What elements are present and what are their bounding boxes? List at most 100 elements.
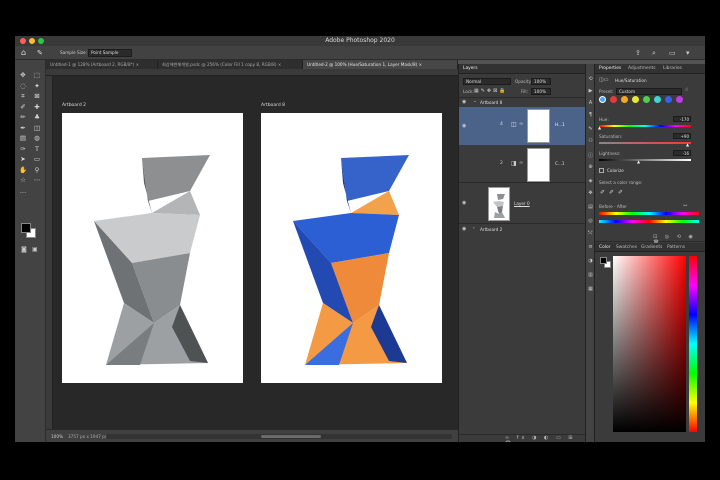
zoom-window-button[interactable] — [38, 38, 44, 44]
eraser-tool-icon[interactable]: ◫ — [32, 123, 42, 134]
tab-adjustments[interactable]: Adjustments — [624, 64, 660, 74]
share-icon[interactable]: ⇪ — [635, 46, 641, 60]
eyedropper-tool-icon[interactable]: ✎ — [37, 46, 43, 60]
magenta-preset-swatch[interactable] — [676, 96, 683, 103]
blur-tool-icon[interactable]: ◍ — [32, 133, 42, 144]
type-tool-icon[interactable]: T — [32, 144, 42, 155]
crop-tool-icon[interactable]: ⌗ — [18, 91, 28, 102]
layer-name[interactable]: C...1 — [555, 161, 565, 166]
tab-untitled-1[interactable]: Untitled-1 @ 128% (Artboard 2, RGB/8*) × — [46, 60, 158, 69]
marquee-tool-icon[interactable]: ⬚ — [32, 70, 42, 81]
vertical-ruler[interactable] — [46, 76, 53, 429]
more-tools-icon[interactable]: … — [18, 186, 28, 197]
close-window-button[interactable] — [20, 38, 26, 44]
hue-value-field[interactable]: -170 — [673, 116, 691, 122]
saturation-value-field[interactable]: +90 — [673, 133, 691, 139]
fill-field[interactable]: 100% — [531, 88, 551, 95]
hue-slider[interactable] — [599, 125, 691, 127]
layer-name[interactable]: H...1 — [555, 122, 565, 127]
lock-icons[interactable]: ▦✎✥⊠🔒 — [474, 88, 508, 94]
home-icon[interactable]: ⌂ — [21, 46, 26, 60]
color-hue-strip[interactable] — [689, 256, 697, 432]
view-options-icon[interactable]: ▾ — [686, 46, 690, 60]
artboard-2[interactable] — [62, 113, 243, 383]
layer-hue-saturation[interactable]: ◉ 4 ◫ ∞ H...1 — [459, 107, 586, 145]
tab-libraries[interactable]: Libraries — [659, 64, 686, 74]
layer-thumbnail[interactable] — [488, 187, 510, 221]
horizontal-ruler[interactable] — [46, 69, 458, 76]
lasso-tool-icon[interactable]: ◌ — [18, 81, 28, 92]
minimize-window-button[interactable] — [29, 38, 35, 44]
artboard-8-label[interactable]: Artboard 8 — [261, 103, 285, 108]
brush-tool-icon[interactable]: ✏ — [18, 112, 28, 123]
preset-select[interactable]: Custom — [616, 88, 682, 95]
history-brush-icon[interactable]: ✒ — [18, 123, 28, 134]
blue-preset-swatch[interactable] — [665, 96, 672, 103]
layer-mask-thumbnail[interactable] — [527, 148, 550, 182]
lightness-slider-thumb[interactable]: ▲ — [637, 159, 640, 164]
move-tool-icon[interactable]: ✥ — [18, 70, 28, 81]
layer-actions-icons[interactable]: ∞ fx ◑ ◐ ▭ ⊞ 🗑 — [505, 435, 586, 442]
layer-mask-thumbnail[interactable] — [527, 109, 550, 143]
hue-slider-thumb[interactable]: ▲ — [598, 125, 601, 130]
artboard-2-label[interactable]: Artboard 2 — [62, 103, 86, 108]
visibility-eye-icon[interactable]: ◉ — [462, 200, 466, 206]
eyedropper-icons[interactable]: ✐✐✐ — [600, 189, 627, 196]
visibility-eye-icon[interactable]: ◉ — [462, 123, 466, 129]
colorize-checkbox[interactable] — [599, 168, 604, 173]
chevron-down-icon[interactable]: ⌄ — [473, 99, 477, 104]
opacity-field[interactable]: 100% — [531, 78, 551, 85]
color-picker-field[interactable] — [613, 256, 686, 432]
tab-patterns[interactable]: Patterns — [663, 243, 689, 253]
quick-select-icon[interactable]: ✦ — [32, 81, 42, 92]
edit-toolbar-icon[interactable]: ⋯ — [32, 175, 42, 186]
healing-brush-icon[interactable]: ✚ — [32, 102, 42, 113]
layer-group-artboard-8[interactable]: ◉ ⌄ Artboard 8 — [459, 97, 586, 106]
tab-properties[interactable]: Properties — [595, 64, 625, 74]
saturation-slider[interactable] — [599, 142, 691, 144]
document-canvas[interactable]: Artboard 2 Artboard 8 — [53, 76, 494, 429]
layer-image[interactable]: ◉ Layer 0 — [459, 184, 586, 224]
hand-tool-icon[interactable]: ✋ — [18, 165, 28, 176]
eyedropper-icon[interactable]: ✐ — [18, 102, 28, 113]
red-preset-swatch[interactable] — [610, 96, 617, 103]
scroll-thumb[interactable] — [261, 435, 321, 438]
gradient-tool-icon[interactable]: ▤ — [18, 133, 28, 144]
tab-layers[interactable]: Layers — [459, 64, 482, 74]
zoom-tool-icon[interactable]: ⚲ — [32, 165, 42, 176]
rectangle-tool-icon[interactable]: ▭ — [32, 154, 42, 165]
yellow-preset-swatch[interactable] — [632, 96, 639, 103]
artboard-8[interactable] — [261, 113, 442, 383]
group-name[interactable]: Artboard 2 — [480, 227, 502, 232]
lightness-slider[interactable] — [599, 159, 691, 161]
search-icon[interactable]: ⌕ — [652, 46, 656, 60]
green-preset-swatch[interactable] — [643, 96, 650, 103]
layer-color-fill[interactable]: 2 ◨ ∞ C...1 — [459, 146, 586, 183]
screen-mode-icon[interactable]: ▣ — [32, 246, 38, 253]
saturation-slider-thumb[interactable]: ▲ — [686, 142, 689, 147]
color-foreground-swatch[interactable] — [600, 257, 607, 264]
yellow-orange-preset-swatch[interactable] — [621, 96, 628, 103]
pen-tool-icon[interactable]: ✑ — [18, 144, 28, 155]
frame-tool-icon[interactable]: ⊠ — [32, 91, 42, 102]
visibility-eye-icon[interactable]: ◉ — [462, 226, 466, 232]
chevron-right-icon[interactable]: › — [473, 226, 475, 231]
horizontal-scrollbar[interactable] — [106, 434, 452, 439]
cyan-preset-swatch[interactable] — [654, 96, 661, 103]
workspace-icon[interactable]: ▭ — [669, 46, 676, 60]
range-reset-icon[interactable]: ⇿ — [683, 203, 687, 209]
clone-stamp-icon[interactable]: ♣ — [32, 112, 42, 123]
tab-gradients[interactable]: Gradients — [637, 243, 666, 253]
blend-mode-select[interactable]: Normal — [463, 78, 511, 85]
path-selection-icon[interactable]: ➤ — [18, 154, 28, 165]
layer-group-artboard-2[interactable]: ◉ › Artboard 2 — [459, 225, 586, 234]
tab-psdc-file[interactable]: 회상해변해개발.psdc @ 256% (Color Fill 1 copy 8… — [158, 60, 303, 69]
sample-size-select[interactable]: Point Sample — [88, 49, 132, 57]
quick-mask-icon[interactable]: ◙ — [21, 246, 27, 253]
visibility-eye-icon[interactable]: ◉ — [462, 99, 466, 105]
tab-untitled-2[interactable]: Untitled-2 @ 100% (Hue/Saturation 1, Lay… — [303, 60, 458, 69]
zoom-level[interactable]: 100% — [51, 430, 63, 442]
master-channel-swatch[interactable] — [599, 96, 606, 103]
group-name[interactable]: Artboard 8 — [480, 100, 502, 105]
star-icon[interactable]: ☆ — [18, 175, 28, 186]
